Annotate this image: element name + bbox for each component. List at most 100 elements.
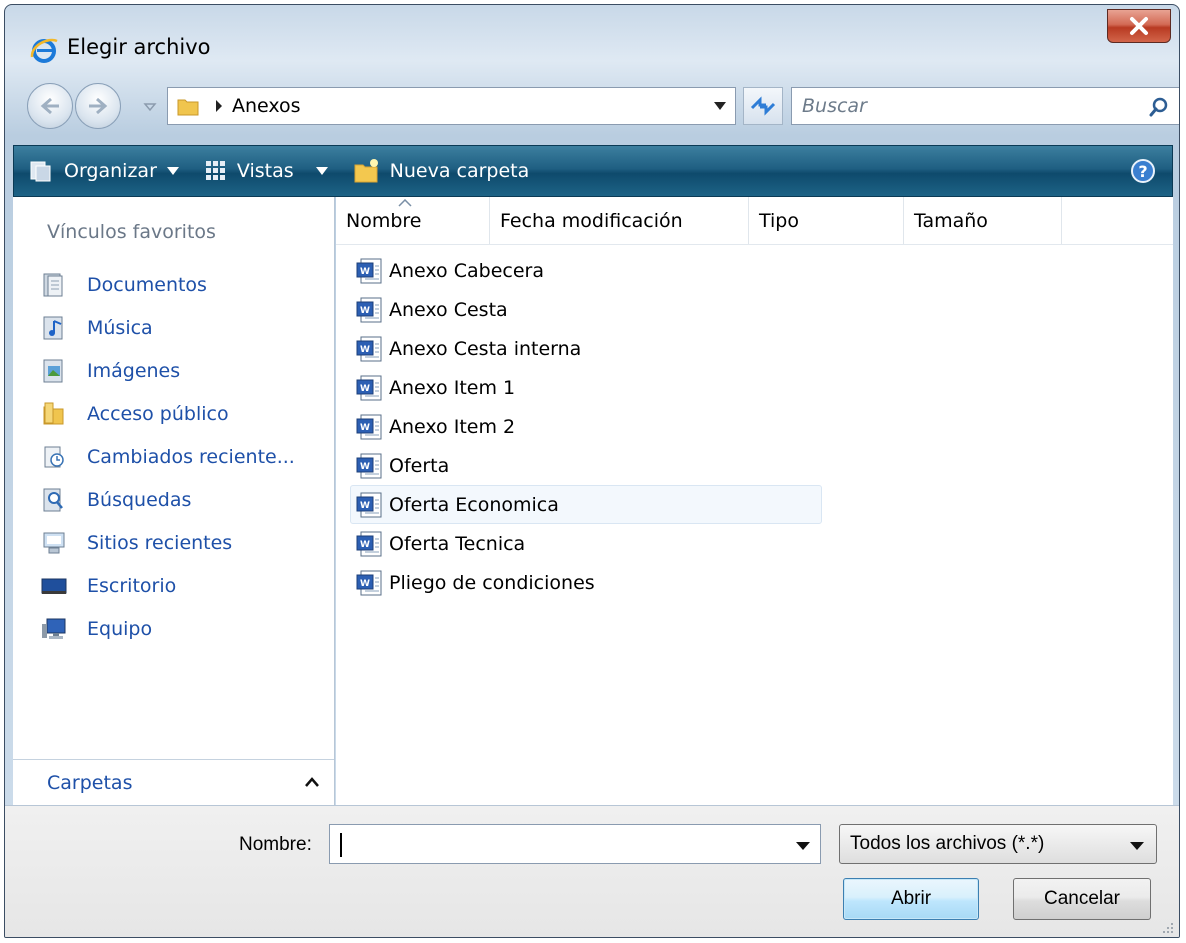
window-title: Elegir archivo	[67, 35, 211, 59]
word-document-icon: W	[356, 336, 382, 361]
column-header-size[interactable]: Tamaño	[904, 197, 1062, 244]
svg-text:W: W	[360, 384, 370, 394]
word-document-icon: W	[356, 531, 382, 556]
column-header-date[interactable]: Fecha modificación	[490, 197, 749, 244]
svg-text:W: W	[360, 423, 370, 433]
address-bar[interactable]: Anexos	[167, 87, 736, 125]
file-dialog-window: Elegir archivo Anexos Buscar Organizar V…	[4, 4, 1180, 938]
sort-ascending-icon	[398, 199, 412, 207]
recent-pages-dropdown-icon[interactable]	[141, 98, 159, 116]
recently-changed-icon	[44, 446, 64, 467]
chevron-down-icon	[1130, 842, 1144, 850]
resize-grip-icon[interactable]	[1161, 921, 1175, 935]
file-row[interactable]: W Anexo Cabecera	[350, 251, 822, 290]
file-type-filter-select[interactable]: Todos los archivos (*.*)	[839, 824, 1157, 864]
file-name: Oferta	[389, 454, 450, 477]
word-document-icon: W	[356, 492, 382, 517]
sidebar-item-recently-changed[interactable]: Cambiados reciente...	[41, 435, 295, 478]
favorite-links-list: Documentos Música Imágenes Acceso públic…	[41, 263, 295, 650]
svg-text:W: W	[360, 345, 370, 355]
breadcrumb-arrow-icon[interactable]	[214, 99, 224, 113]
word-document-icon: W	[356, 258, 382, 283]
organize-label: Organizar	[64, 160, 157, 182]
close-button[interactable]	[1107, 9, 1171, 43]
file-type-filter-value: Todos los archivos (*.*)	[850, 833, 1045, 854]
sidebar-item-recent-places[interactable]: Sitios recientes	[41, 521, 295, 564]
chevron-down-icon[interactable]	[713, 100, 727, 112]
file-name-input[interactable]	[338, 833, 778, 857]
column-header-label: Fecha modificación	[500, 209, 683, 232]
sidebar-item-music[interactable]: Música	[41, 306, 295, 349]
sidebar-item-label: Sitios recientes	[87, 531, 233, 554]
sidebar-item-public[interactable]: Acceso público	[41, 392, 295, 435]
new-folder-label: Nueva carpeta	[389, 160, 530, 182]
file-name: Anexo Cesta	[389, 298, 508, 321]
file-row[interactable]: W Pliego de condiciones	[350, 563, 822, 602]
new-folder-button[interactable]: Nueva carpeta	[352, 146, 530, 196]
sidebar-item-desktop[interactable]: Escritorio	[41, 564, 295, 607]
back-button[interactable]	[27, 83, 73, 129]
sidebar-item-label: Imágenes	[87, 359, 181, 382]
word-document-icon: W	[356, 414, 382, 439]
recent-places-icon	[43, 532, 65, 553]
file-row[interactable]: W Anexo Item 2	[350, 407, 822, 446]
sidebar-item-computer[interactable]: Equipo	[41, 607, 295, 650]
file-row[interactable]: W Anexo Item 1	[350, 368, 822, 407]
sidebar-item-pictures[interactable]: Imágenes	[41, 349, 295, 392]
svg-text:W: W	[360, 267, 370, 277]
column-header-type[interactable]: Tipo	[749, 197, 904, 244]
breadcrumb-current-folder[interactable]: Anexos	[232, 95, 301, 117]
file-name: Anexo Cabecera	[389, 259, 544, 282]
folders-label: Carpetas	[47, 772, 133, 794]
close-icon	[1130, 17, 1148, 35]
internet-explorer-icon	[30, 38, 58, 63]
search-icon[interactable]	[1148, 96, 1170, 118]
svg-text:W: W	[360, 540, 370, 550]
forward-button[interactable]	[75, 83, 121, 129]
svg-text:W: W	[360, 579, 370, 589]
file-row[interactable]: W Anexo Cesta	[350, 290, 822, 329]
column-header-name[interactable]: Nombre	[336, 197, 490, 244]
dialog-footer: Nombre: Todos los archivos (*.*) Abrir C…	[5, 805, 1179, 937]
searches-icon	[43, 488, 63, 511]
sidebar-item-label: Equipo	[87, 617, 153, 640]
word-document-icon: W	[356, 453, 382, 478]
file-row[interactable]: W Oferta Economica	[350, 485, 822, 524]
file-list: W Anexo Cabecera W Anexo Cesta W Anexo Cesta …	[350, 251, 822, 602]
chevron-up-icon	[305, 777, 319, 787]
title-bar: Elegir archivo	[5, 5, 1179, 77]
help-icon[interactable]: ?	[1130, 158, 1156, 184]
sidebar-item-searches[interactable]: Búsquedas	[41, 478, 295, 521]
documents-icon	[43, 273, 63, 296]
svg-text:W: W	[360, 306, 370, 316]
search-box[interactable]	[791, 87, 1179, 125]
organize-button[interactable]: Organizar	[28, 146, 179, 196]
public-folder-icon	[43, 402, 64, 424]
file-name: Oferta Economica	[389, 493, 559, 516]
file-name: Pliego de condiciones	[389, 571, 595, 594]
cancel-button[interactable]: Cancelar	[1013, 878, 1151, 920]
music-icon	[43, 316, 63, 339]
column-header-label: Nombre	[346, 209, 422, 232]
file-row[interactable]: W Oferta	[350, 446, 822, 485]
chevron-down-icon	[166, 167, 179, 175]
refresh-button[interactable]	[743, 87, 783, 125]
file-row[interactable]: W Oferta Tecnica	[350, 524, 822, 563]
sidebar-item-label: Documentos	[87, 273, 207, 296]
search-input[interactable]	[802, 95, 1122, 117]
arrow-left-icon	[40, 97, 59, 115]
organize-icon	[30, 161, 51, 182]
views-label: Vistas	[236, 160, 294, 182]
open-button[interactable]: Abrir	[843, 878, 979, 920]
chevron-down-icon[interactable]	[796, 841, 810, 851]
file-row[interactable]: W Anexo Cesta interna	[350, 329, 822, 368]
sidebar-item-label: Música	[87, 316, 153, 339]
folders-toggle[interactable]: Carpetas	[13, 759, 334, 805]
favorite-links-heading: Vínculos favoritos	[47, 221, 216, 243]
column-headers: Nombre Fecha modificación Tipo Tamaño	[336, 197, 1173, 245]
views-button[interactable]: Vistas	[205, 146, 328, 196]
arrow-right-icon	[89, 97, 108, 115]
sidebar-item-documents[interactable]: Documentos	[41, 263, 295, 306]
file-name-combobox[interactable]	[329, 824, 821, 864]
file-name: Anexo Item 1	[389, 376, 516, 399]
